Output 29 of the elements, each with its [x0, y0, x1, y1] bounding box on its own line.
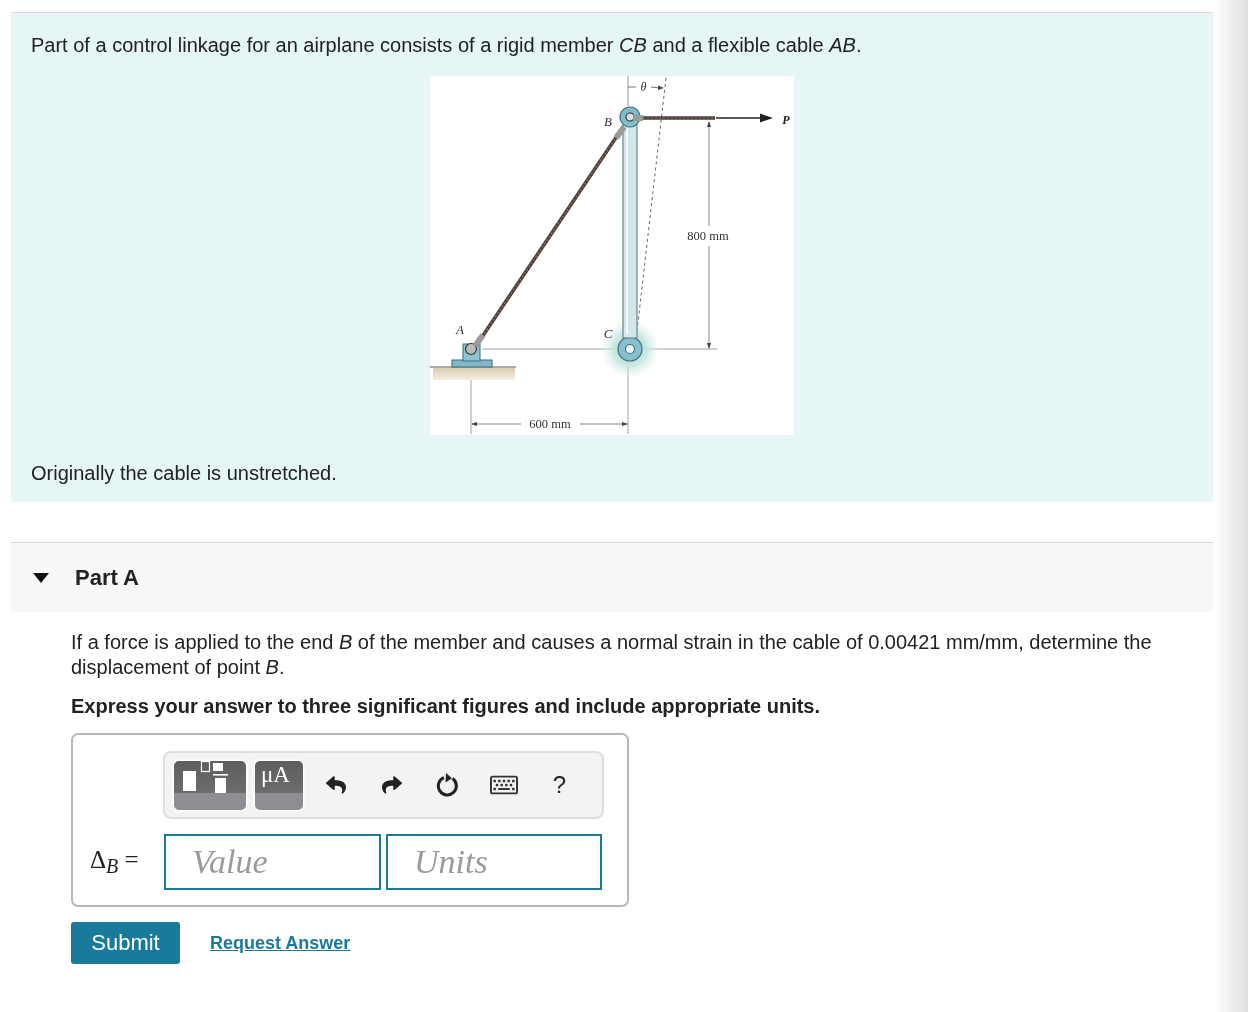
template-icon [183, 760, 228, 793]
help-button[interactable]: ? [536, 765, 583, 805]
value-field[interactable]: Value [164, 834, 381, 890]
angle-label: θ [640, 80, 647, 94]
dimension-label: 800 mm [687, 229, 729, 243]
request-answer-link[interactable]: Request Answer [210, 932, 351, 954]
point-label: C [603, 326, 613, 341]
question-text: If a force is applied to the end B of the member and causes a normal strain in the cable of 0.00421 mm/mm, determine the displacement of point B. [71, 630, 1153, 680]
submit-button[interactable]: Submit [71, 922, 180, 964]
dimension-label: 600 mm [529, 417, 571, 431]
pin-joint [619, 106, 641, 128]
problem-note: Originally the cable is unstretched. [31, 461, 338, 485]
answer-label: Δ$_{B}$ = [89, 846, 140, 878]
instruction-text: Express your answer to three significant figures and include appropriate units. [71, 694, 822, 718]
pin-support [451, 342, 493, 368]
units-field[interactable]: Units [386, 834, 602, 890]
point-label: A [456, 322, 464, 337]
reset-icon [435, 772, 460, 798]
redo-icon [381, 775, 402, 795]
force-label: P [782, 113, 790, 127]
undo-icon [325, 775, 346, 795]
symbols-button[interactable]: μA [255, 760, 303, 810]
point-label: B [604, 114, 612, 129]
template-button[interactable] [174, 760, 246, 810]
reference-line [627, 76, 629, 107]
problem-text: Part of a control linkage for an airplane consists of a rigid member CB and a flexible cable AB. [31, 33, 863, 57]
force-arrow [715, 113, 773, 123]
part-title: Part A [75, 564, 139, 591]
part-header[interactable]: Part A [11, 542, 1213, 612]
